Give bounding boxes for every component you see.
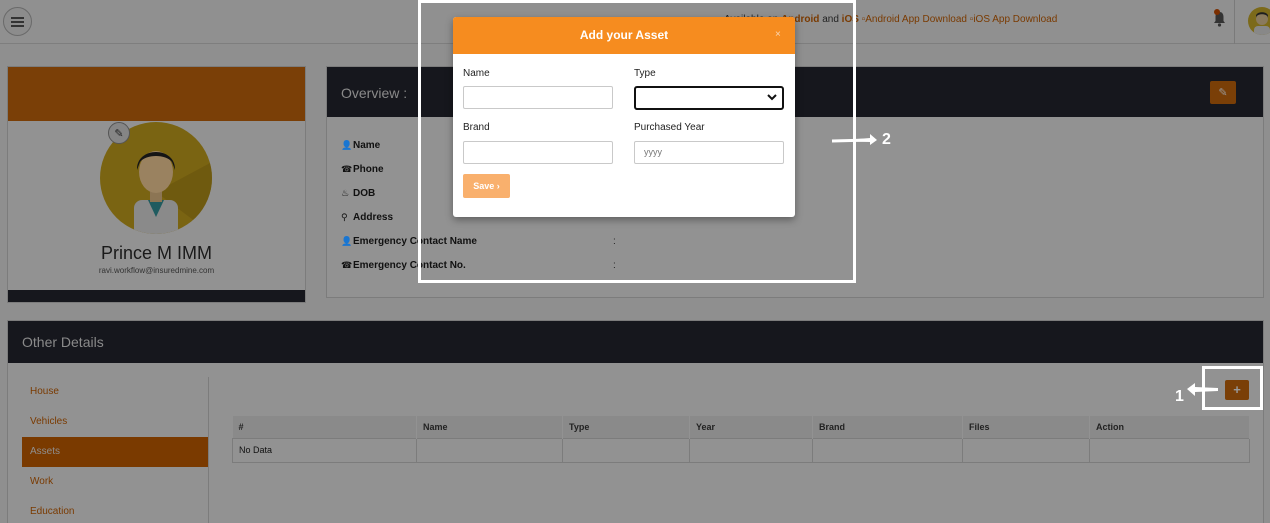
tab-house[interactable]: House: [22, 377, 209, 407]
purchased-year-input[interactable]: yyyy: [634, 141, 784, 164]
user-icon: 👤: [341, 140, 353, 150]
top-divider: [1234, 0, 1235, 44]
user-avatar[interactable]: [1248, 7, 1270, 35]
tab-assets[interactable]: Assets: [22, 437, 209, 467]
details-tab-list: House Vehicles Assets Work Education: [22, 377, 209, 523]
notification-dot: [1214, 9, 1220, 15]
no-data-cell: No Data: [232, 437, 417, 463]
column-name: Name: [416, 416, 563, 438]
other-details-title: Other Details: [22, 334, 104, 350]
column-number: #: [232, 416, 417, 438]
edit-photo-icon[interactable]: ✎: [108, 122, 130, 144]
field-address: ⚲ Address: [341, 212, 394, 223]
tab-education[interactable]: Education: [22, 497, 209, 523]
tab-work[interactable]: Work: [22, 467, 209, 497]
chevron-right-icon: ›: [496, 181, 500, 191]
other-details-panel: Other Details House Vehicles Assets Work…: [7, 320, 1264, 523]
annotation-label-1: 1: [1175, 388, 1184, 405]
phone-icon: ☎: [341, 164, 353, 174]
overview-title: Overview :: [341, 85, 408, 101]
add-asset-modal: Add your Asset × Name Type Brand Purchas…: [453, 17, 795, 217]
table-header-row: # Name Type Year Brand Files Action: [232, 416, 1250, 438]
field-phone: ☎Phone: [341, 164, 384, 175]
table-cell: [562, 437, 690, 463]
field-dob: ♨ DOB: [341, 188, 376, 199]
phone-icon: ☎: [341, 260, 353, 270]
pencil-icon: ✎: [1218, 87, 1228, 99]
table-row: No Data: [232, 437, 1250, 463]
map-marker-icon: ⚲: [341, 212, 348, 222]
profile-card: ✎ Prince M IMM ravi.workflow@insuredmine…: [7, 66, 306, 303]
table-cell: [812, 437, 963, 463]
column-action: Action: [1089, 416, 1250, 438]
annotation-label-2: 2: [882, 131, 891, 148]
column-brand: Brand: [812, 416, 963, 438]
user-icon: 👤: [341, 236, 353, 246]
close-icon[interactable]: ×: [775, 29, 781, 40]
field-name: 👤Name: [341, 140, 381, 151]
table-cell: [962, 437, 1090, 463]
annotation-arrow-2: [831, 134, 877, 145]
column-type: Type: [562, 416, 690, 438]
other-details-header: Other Details: [8, 321, 1263, 363]
asset-name-input[interactable]: [463, 86, 613, 109]
table-cell: [1089, 437, 1250, 463]
chevron-down-icon: [767, 94, 777, 101]
assets-table: # Name Type Year Brand Files Action No D…: [232, 416, 1250, 463]
avatar-icon: [1254, 12, 1270, 35]
brand-label: Brand: [463, 122, 490, 133]
edit-overview-button[interactable]: ✎: [1210, 81, 1236, 104]
profile-card-footer: [8, 290, 305, 302]
modal-header: Add your Asset ×: [453, 17, 795, 54]
tab-vehicles[interactable]: Vehicles: [22, 407, 209, 437]
type-label: Type: [634, 68, 656, 79]
annotation-arrow-1: [1187, 383, 1218, 396]
hamburger-menu-icon[interactable]: [3, 7, 32, 36]
profile-email: ravi.workflow@insuredmine.com: [98, 266, 215, 275]
column-year: Year: [689, 416, 813, 438]
asset-brand-input[interactable]: [463, 141, 613, 164]
table-cell: [689, 437, 813, 463]
save-button[interactable]: Save ›: [463, 174, 510, 198]
purchased-year-label: Purchased Year: [634, 122, 705, 133]
profile-card-header: [8, 67, 305, 121]
android-app-download-badge[interactable]: ▫Android App Download: [862, 14, 967, 25]
table-cell: [416, 437, 563, 463]
tab-divider: [208, 377, 209, 523]
column-files: Files: [962, 416, 1090, 438]
name-label: Name: [463, 68, 490, 79]
profile-name: Prince M IMM: [100, 243, 212, 263]
cake-icon: ♨: [341, 188, 350, 198]
modal-title: Add your Asset: [579, 28, 669, 42]
asset-type-select[interactable]: [634, 86, 784, 110]
ios-app-download-badge[interactable]: ▫iOS App Download: [970, 14, 1058, 25]
